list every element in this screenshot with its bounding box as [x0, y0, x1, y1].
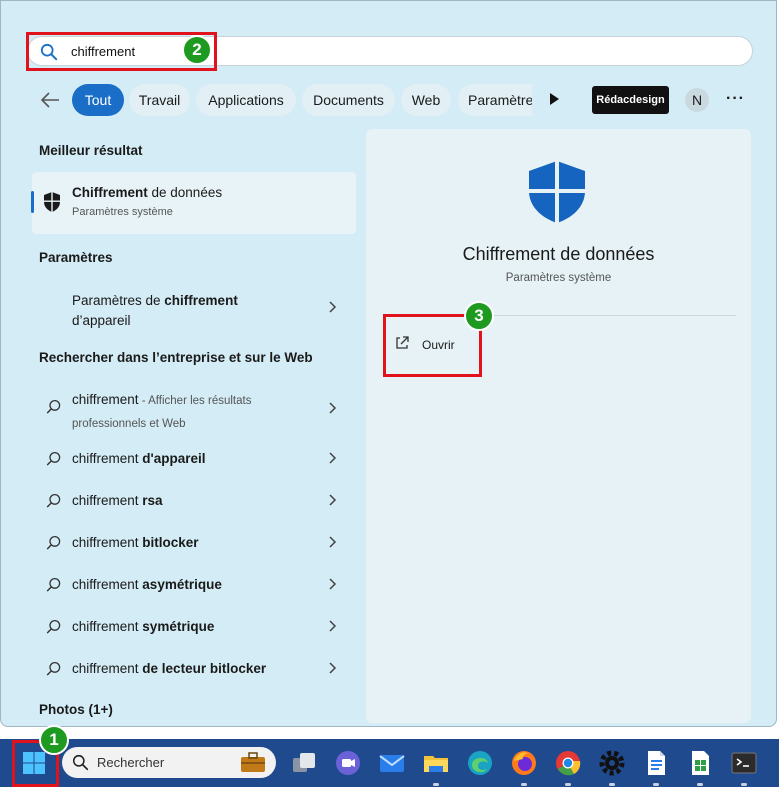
back-arrow-icon[interactable]	[39, 89, 61, 111]
organization-badge[interactable]: Rédacdesign	[592, 86, 669, 114]
chevron-right-icon	[329, 578, 337, 590]
chevron-right-icon	[329, 402, 337, 414]
taskbar: Rechercher	[0, 739, 779, 787]
web-suggestion-item[interactable]: chiffrement asymétrique	[32, 572, 356, 598]
search-icon	[72, 754, 89, 771]
scroll-tabs-play-icon[interactable]	[550, 93, 559, 105]
settings-item-label: Paramètres de chiffrement d’appareil	[72, 293, 238, 328]
best-match-subtitle: Paramètres système	[72, 206, 173, 218]
chevron-right-icon	[329, 494, 337, 506]
search-icon	[46, 577, 61, 592]
tab-documents[interactable]: Documents	[302, 84, 395, 116]
desktop-strip	[0, 727, 779, 739]
web-suggestion-label: chiffrement de lecteur bitlocker	[72, 661, 267, 676]
document-icon[interactable]	[642, 749, 670, 777]
chevron-right-icon	[329, 301, 337, 313]
taskbar-search-box[interactable]: Rechercher	[62, 747, 276, 778]
tab-settings[interactable]: Paramètre	[458, 84, 532, 116]
web-suggestion-item[interactable]: chiffrement d'appareil	[32, 446, 356, 472]
tab-all[interactable]: Tout	[72, 84, 124, 116]
web-search-heading: Rechercher dans l’entreprise et sur le W…	[39, 350, 313, 365]
shield-icon	[529, 161, 585, 223]
chevron-right-icon	[329, 536, 337, 548]
preview-subtitle: Paramètres système	[505, 272, 612, 284]
preview-title: Chiffrement de données	[462, 244, 655, 264]
web-suggestion-item[interactable]: chiffrement de lecteur bitlocker	[32, 656, 356, 682]
running-indicator	[609, 783, 615, 786]
firefox-icon[interactable]	[510, 749, 538, 777]
settings-item-device-encryption[interactable]: Paramètres de chiffrement d’appareil	[32, 285, 356, 329]
mail-icon[interactable]	[378, 749, 406, 777]
web-suggestion-label: chiffrement symétrique	[72, 619, 215, 634]
tab-work[interactable]: Travail	[129, 84, 190, 116]
web-suggestion-label: chiffrement asymétrique	[72, 577, 222, 592]
web-result-label: chiffrement - Afficher les résultats prof…	[72, 392, 252, 430]
step-badge-1: 1	[39, 725, 69, 755]
step-badge-3: 3	[464, 301, 494, 331]
briefcase-icon	[241, 752, 265, 772]
running-indicator	[433, 783, 439, 786]
tab-apps[interactable]: Applications	[196, 84, 296, 116]
best-match-item[interactable]: Chiffrement de données Paramètres systèm…	[31, 172, 356, 234]
search-icon	[46, 661, 61, 676]
web-suggestion-label: chiffrement bitlocker	[72, 535, 199, 550]
search-icon	[46, 493, 61, 508]
search-icon	[46, 399, 61, 414]
chevron-right-icon	[329, 662, 337, 674]
step-badge-2: 2	[182, 35, 212, 65]
search-flyout: chiffrement 2 Tout Travail Applications …	[0, 0, 777, 727]
result-preview-panel: Chiffrement de données Paramètres systèm…	[366, 129, 751, 723]
search-icon	[46, 619, 61, 634]
more-options-icon[interactable]: ···	[726, 90, 745, 108]
web-suggestion-label: chiffrement rsa	[72, 493, 163, 508]
running-indicator	[653, 783, 659, 786]
web-suggestion-item[interactable]: chiffrement bitlocker	[32, 530, 356, 556]
web-suggestion-label: chiffrement d'appareil	[72, 451, 206, 466]
search-icon	[46, 535, 61, 550]
running-indicator	[741, 783, 747, 786]
terminal-icon[interactable]	[730, 749, 758, 777]
web-suggestion-item[interactable]: chiffrement symétrique	[32, 614, 356, 640]
photos-heading[interactable]: Photos (1+)	[39, 702, 113, 717]
taskbar-search-label: Rechercher	[97, 755, 165, 770]
file-explorer-icon[interactable]	[422, 749, 450, 777]
settings-heading: Paramètres	[39, 250, 113, 265]
shield-icon	[44, 192, 60, 212]
tab-web[interactable]: Web	[401, 84, 451, 116]
chevron-right-icon	[329, 452, 337, 464]
web-result-item[interactable]: chiffrement - Afficher les résultats prof…	[32, 385, 356, 431]
web-suggestion-item[interactable]: chiffrement rsa	[32, 488, 356, 514]
settings-gear-icon[interactable]	[598, 749, 626, 777]
best-match-title: Chiffrement de données	[72, 185, 223, 200]
edge-browser-icon[interactable]	[466, 749, 494, 777]
spreadsheet-icon[interactable]	[686, 749, 714, 777]
task-view-icon[interactable]	[290, 749, 318, 777]
running-indicator	[521, 783, 527, 786]
running-indicator	[697, 783, 703, 786]
chevron-right-icon	[329, 620, 337, 632]
selection-indicator	[31, 191, 34, 213]
best-match-heading: Meilleur résultat	[39, 143, 143, 158]
teams-chat-icon[interactable]	[334, 749, 362, 777]
avatar[interactable]: N	[685, 88, 709, 112]
chrome-icon[interactable]	[554, 749, 582, 777]
running-indicator	[565, 783, 571, 786]
search-icon	[46, 451, 61, 466]
